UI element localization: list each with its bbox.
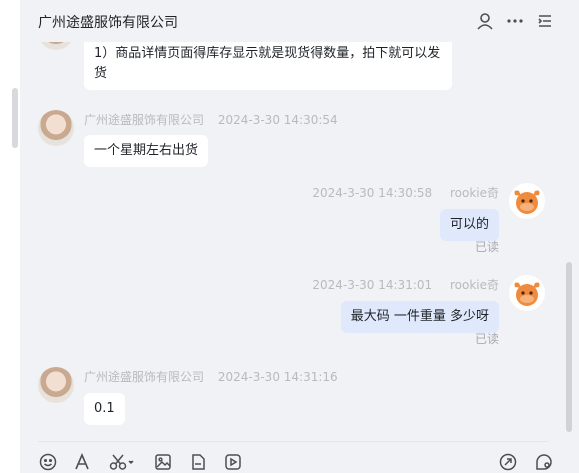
font-icon[interactable]	[72, 452, 92, 472]
contact-info-icon[interactable]	[474, 10, 496, 32]
contact-avatar[interactable]	[38, 367, 74, 403]
chat-settings-icon[interactable]	[534, 452, 554, 472]
video-icon[interactable]	[223, 452, 243, 472]
message-bubble: 最大码 一件重量 多少呀	[340, 301, 499, 333]
sender-name: 广州途盛服饰有限公司	[84, 113, 205, 127]
message-time: 2024-3-30 14:30:58	[312, 186, 433, 200]
message-time: 2024-3-30 14:31:16	[217, 370, 338, 384]
message-meta: 2024-3-30 14:30:58 rookie奇	[312, 184, 499, 201]
image-icon[interactable]	[153, 452, 173, 472]
message-bubble: 一个星期左右出货	[84, 135, 209, 167]
message-meta: 广州途盛服饰有限公司 2024-3-30 14:31:16	[84, 368, 338, 385]
message-list[interactable]: 1）商品详情页面得库存显示就是现货得数量，拍下就可以发货 广州途盛服饰有限公司 …	[20, 0, 579, 440]
file-icon[interactable]	[188, 452, 208, 472]
chat-panel: 1）商品详情页面得库存显示就是现货得数量，拍下就可以发货 广州途盛服饰有限公司 …	[20, 0, 579, 473]
message-bubble: 0.1	[84, 393, 125, 425]
menu-list-icon[interactable]	[534, 10, 556, 32]
message-bubble: 可以的	[439, 209, 499, 241]
read-status: 已读	[474, 240, 499, 254]
user-avatar[interactable]	[509, 183, 545, 219]
left-sidebar	[0, 0, 20, 473]
chat-header: 广州途盛服饰有限公司	[20, 0, 579, 42]
message-time: 2024-3-30 14:30:54	[217, 113, 338, 127]
message-meta: 广州途盛服饰有限公司 2024-3-30 14:30:54	[84, 111, 338, 128]
read-status: 已读	[474, 332, 499, 346]
user-avatar[interactable]	[509, 275, 545, 311]
contact-avatar[interactable]	[38, 110, 74, 146]
message-meta: 2024-3-30 14:31:01 rookie奇	[312, 276, 499, 293]
share-icon[interactable]	[498, 452, 518, 472]
left-scrollbar[interactable]	[12, 88, 18, 148]
message-time: 2024-3-30 14:31:01	[312, 278, 433, 292]
sender-name: rookie奇	[449, 278, 499, 292]
message-bubble: 1）商品详情页面得库存显示就是现货得数量，拍下就可以发货	[84, 38, 452, 90]
input-divider	[38, 441, 548, 442]
message-scrollbar[interactable]	[566, 262, 572, 432]
sender-name: rookie奇	[449, 186, 499, 200]
more-options-icon[interactable]	[504, 10, 526, 32]
page-title: 广州途盛服饰有限公司	[38, 15, 178, 31]
emoji-icon[interactable]	[38, 452, 58, 472]
sender-name: 广州途盛服饰有限公司	[84, 370, 205, 384]
screenshot-icon[interactable]	[108, 452, 136, 472]
